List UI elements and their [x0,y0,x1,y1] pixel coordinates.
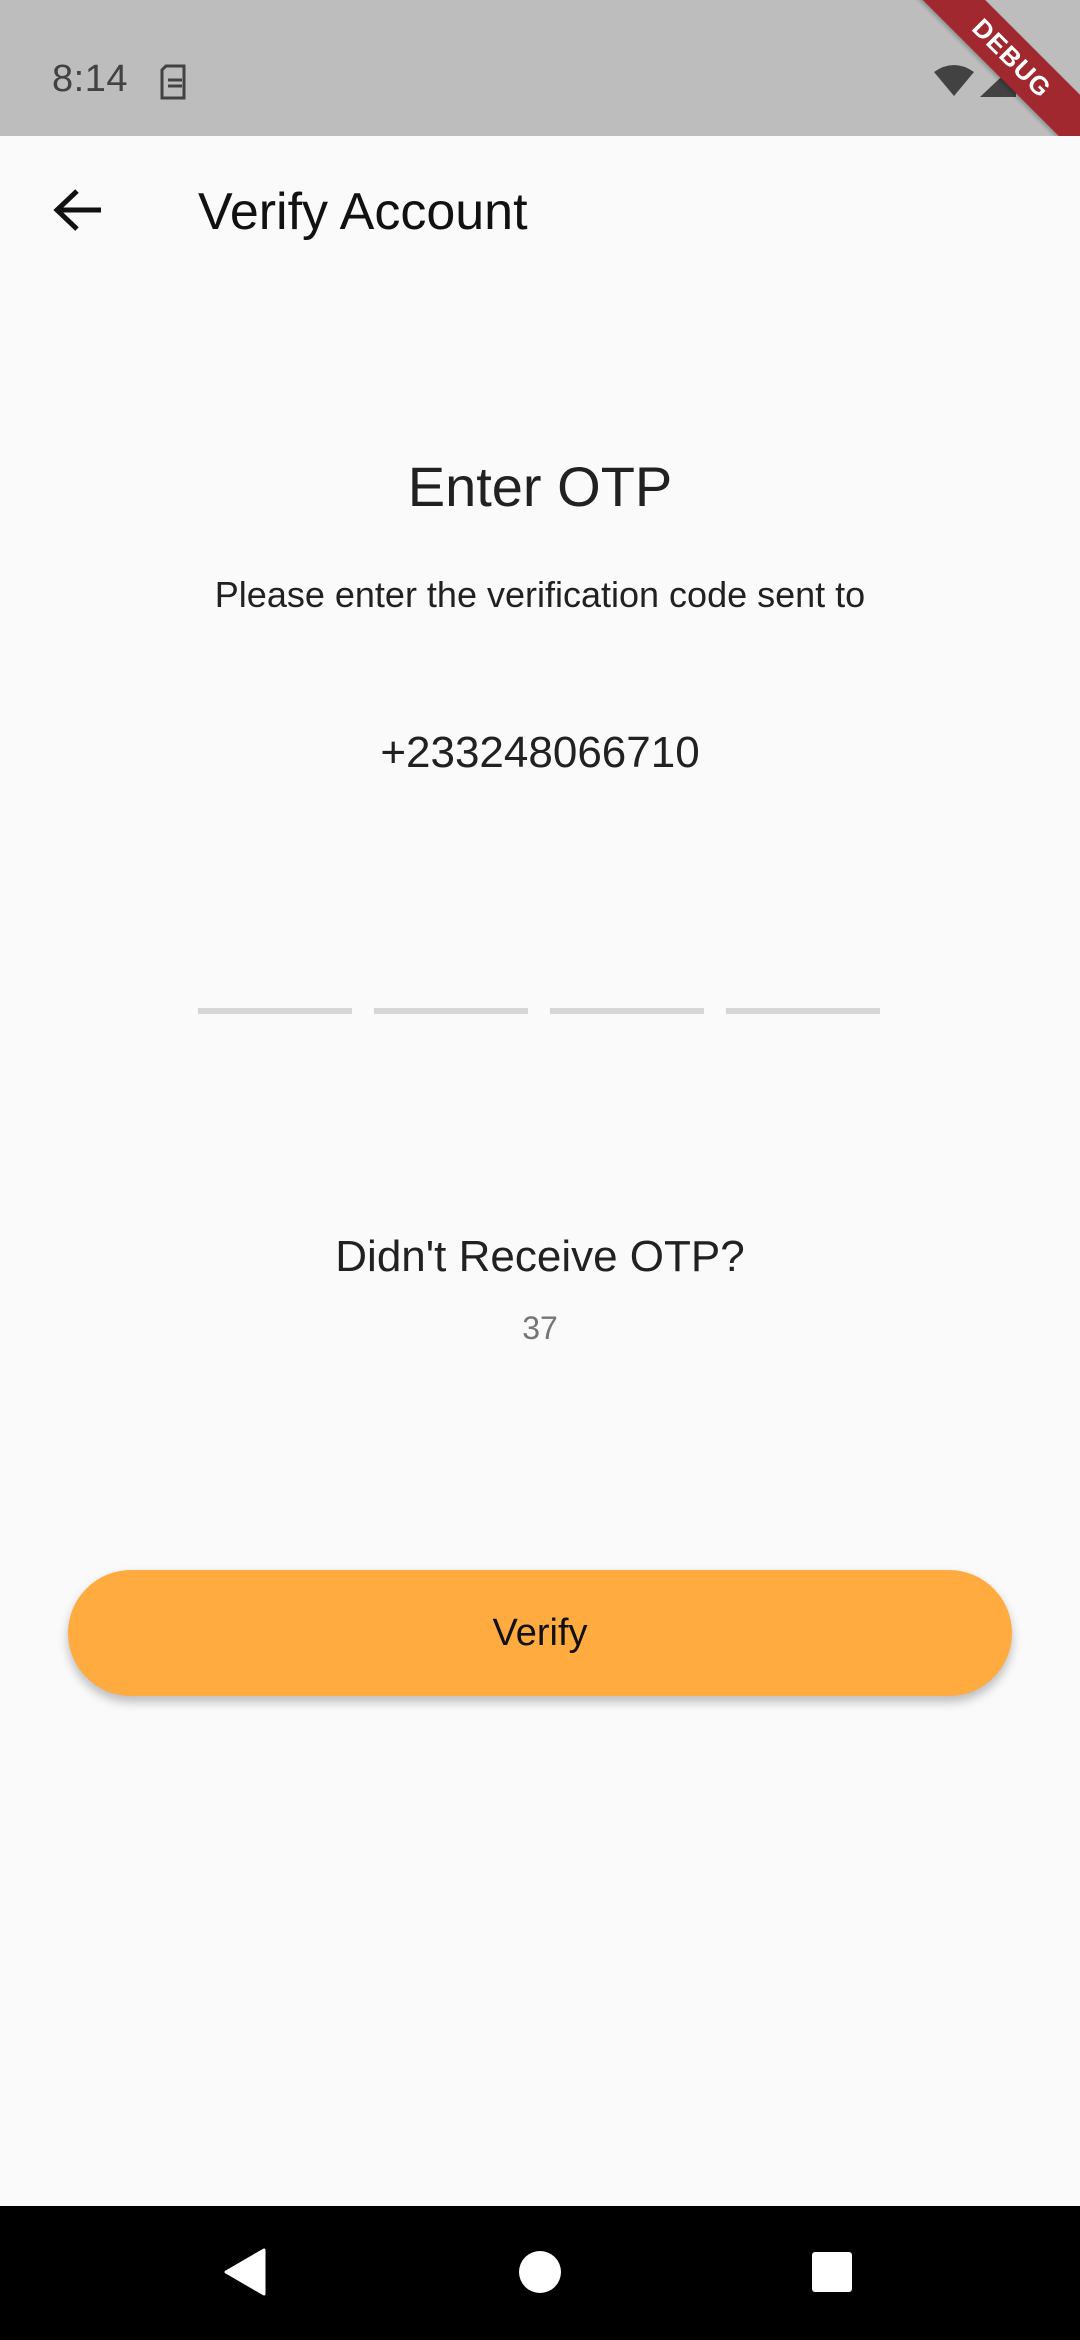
nav-back-button[interactable] [212,2242,276,2306]
verify-button[interactable]: Verify [68,1570,1012,1696]
otp-input-group [198,940,880,1014]
arrow-left-icon [53,188,103,237]
resend-otp-link[interactable]: Didn't Receive OTP? [0,1232,1080,1282]
resend-countdown: 37 [522,1310,558,1346]
otp-digit-2[interactable] [374,940,528,1014]
status-time: 8:14 [52,58,128,100]
system-nav-bar [0,2206,1080,2340]
nav-recents-button[interactable] [800,2242,864,2306]
otp-digit-4[interactable] [726,940,880,1014]
otp-digit-3[interactable] [550,940,704,1014]
phone-number: +233248066710 [380,728,700,777]
otp-heading: Enter OTP [407,455,673,518]
wifi-icon [934,64,974,101]
page-title: Verify Account [198,183,528,241]
circle-home-icon [518,2250,562,2299]
back-button[interactable] [36,170,120,254]
status-bar: 8:14 DEBUG [0,0,1080,166]
app-bar: Verify Account [0,136,1080,290]
sim-card-icon [160,64,190,100]
otp-instructions: Please enter the verification code sent … [214,574,866,615]
otp-digit-1[interactable] [198,940,352,1014]
nav-home-button[interactable] [508,2242,572,2306]
square-recents-icon [811,2251,853,2298]
triangle-back-icon [222,2248,266,2301]
